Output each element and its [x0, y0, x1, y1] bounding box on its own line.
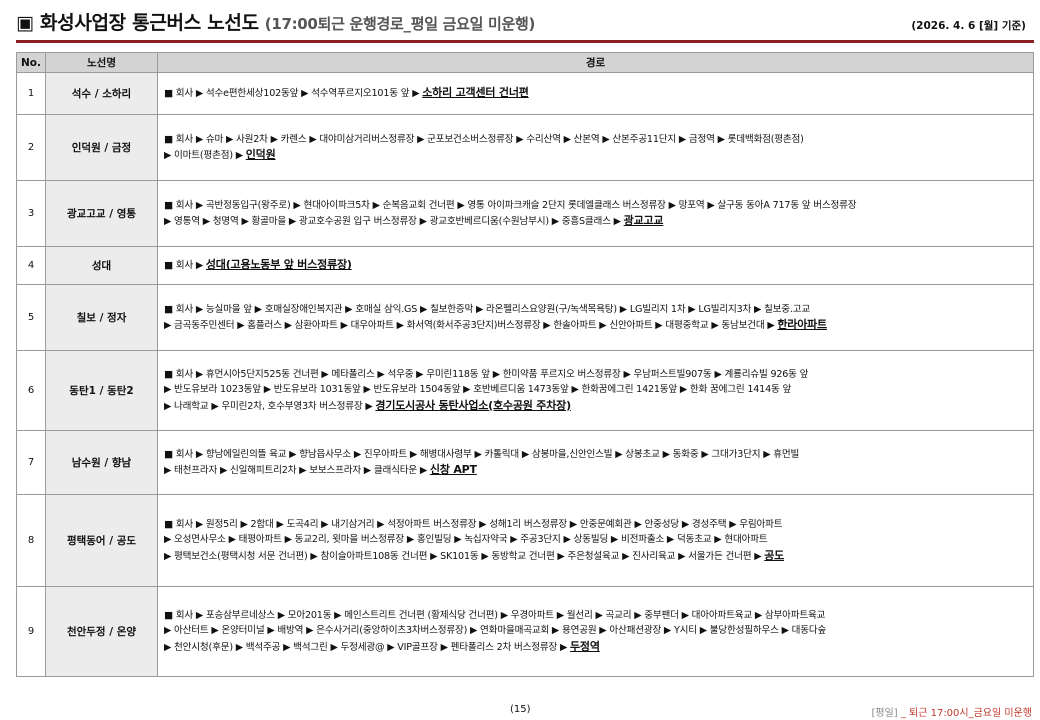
table-row: 6 동탄1 / 동탄2 ■ 회사 ▶ 휴먼시아5단지525동 건너편 ▶ 메타폴리스…	[16, 350, 1034, 431]
route-stops: ▶ 태천프라자 ▶ 신일해피트리2차 ▶ 보보스프라자 ▶ 클래식타운 ▶	[164, 465, 427, 476]
table-row: 8 평택동어 / 공도 ■ 회사 ▶ 원정5리 ▶ 2함대 ▶ 도곡4리 ▶ 내기삼…	[16, 494, 1034, 587]
table-row: 2 인덕원 / 금정 ■ 회사 ▶ 슈마 ▶ 사원2차 ▶ 카렌스 ▶ 대야미삼거리…	[16, 114, 1034, 181]
footer-note: [평일] _ 퇴근 17:00시_금요일 미운행	[871, 704, 1032, 719]
page-header: ▣ 화성사업장 통근버스 노선도 (17:00퇴근 운행경로_평일 금요일 미운행…	[16, 6, 1032, 40]
route-stops: ■ 회사 ▶ 원정5리 ▶ 2함대 ▶ 도곡4리 ▶ 내기삼거리 ▶ 석정아파트…	[164, 518, 783, 530]
route-stops: ▶ 영통역 ▶ 청명역 ▶ 황골마을 ▶ 광교호수공원 입구 버스정류장 ▶ 광…	[164, 216, 621, 227]
route-number: 9	[16, 586, 46, 677]
table-row: 7 남수원 / 향남 ■ 회사 ▶ 향남에일린의뜰 육교 ▶ 향남읍사무소 ▶ 진우…	[16, 430, 1034, 495]
route-destination: 소하리 고객센터 건너편	[422, 86, 529, 100]
route-stops: ▶ 오성면사무소 ▶ 태평아파트 ▶ 동교2리, 윗마을 버스정류장 ▶ 홍인빌…	[164, 534, 768, 546]
route-stops: ▶ 이마트(평촌점) ▶	[164, 150, 243, 161]
route-table: No. 노선명 경로 1 석수 / 소하리 ■ 회사 ▶ 석수e편한세상102동앞 …	[16, 52, 1034, 677]
route-stops: ■ 회사 ▶ 슈마 ▶ 사원2차 ▶ 카렌스 ▶ 대야미삼거리버스정류장 ▶ 군…	[164, 133, 804, 145]
route-destination: 신창 APT	[429, 463, 477, 476]
route-stops: ■ 회사 ▶	[164, 260, 203, 272]
route-name: 석수 / 소하리	[45, 72, 158, 115]
route-stops: ▶ 평택보건소(평택시청 서문 건너편) ▶ 참이슬아파트108동 건너편 ▶ …	[164, 550, 762, 562]
route-line: ▶ 오성면사무소 ▶ 태평아파트 ▶ 동교2리, 윗마을 버스정류장 ▶ 홍인빌…	[164, 532, 1027, 548]
route-line: ▶ 반도유보라 1023동앞 ▶ 반도유보라 1031동앞 ▶ 반도유보라 15…	[164, 382, 1027, 398]
route-name: 남수원 / 향남	[45, 430, 158, 495]
route-line: ▶ 천안시청(후문) ▶ 백석주공 ▶ 백석그린 ▶ 두정세광@ ▶ VIP골프…	[164, 639, 1027, 656]
route-stops: ▶ 나래학교 ▶ 우미린2차, 호수부영3차 버스정류장 ▶	[164, 400, 373, 412]
header-no: No.	[16, 52, 46, 73]
route-number: 6	[16, 350, 46, 431]
route-number: 2	[16, 114, 46, 181]
route-line: ■ 회사 ▶ 향남에일린의뜰 육교 ▶ 향남읍사무소 ▶ 진우아파트 ▶ 해병대…	[164, 447, 1027, 463]
table-header-row: No. 노선명 경로	[16, 52, 1034, 73]
route-line: ■ 회사 ▶ 능실마을 앞 ▶ 호매실장애인복지관 ▶ 호매실 삼익.GS ▶ …	[164, 302, 1027, 318]
table-row: 1 석수 / 소하리 ■ 회사 ▶ 석수e편한세상102동앞 ▶ 석수역푸르지오10…	[16, 72, 1034, 115]
route-path: ■ 회사 ▶ 원정5리 ▶ 2함대 ▶ 도곡4리 ▶ 내기삼거리 ▶ 석정아파트…	[157, 494, 1034, 587]
route-name: 평택동어 / 공도	[45, 494, 158, 587]
route-line: ▶ 평택보건소(평택시청 서문 건너편) ▶ 참이슬아파트108동 건너편 ▶ …	[164, 548, 1027, 565]
route-path: ■ 회사 ▶ 휴먼시아5단지525동 건너편 ▶ 메타폴리스 ▶ 석우중 ▶ 우…	[157, 350, 1034, 431]
route-destination: 성대(고용노동부 앞 버스정류장)	[205, 258, 352, 272]
page-title: ▣ 화성사업장 통근버스 노선도 (17:00퇴근 운행경로_평일 금요일 미운행…	[16, 8, 535, 35]
route-line: ■ 회사 ▶ 성대(고용노동부 앞 버스정류장)	[164, 257, 1027, 274]
route-line: ▶ 금곡동주민센터 ▶ 홈플러스 ▶ 삼환아파트 ▶ 대우아파트 ▶ 화서역(화…	[164, 317, 1027, 334]
route-path: ■ 회사 ▶ 포승삼부르네상스 ▶ 모아201동 ▶ 메인스트리트 건너편 (황…	[157, 586, 1034, 677]
route-line: ■ 회사 ▶ 포승삼부르네상스 ▶ 모아201동 ▶ 메인스트리트 건너편 (황…	[164, 608, 1027, 624]
header-divider	[16, 40, 1034, 43]
route-destination: 한라아파트	[777, 318, 827, 331]
route-stops: ▶ 천안시청(후문) ▶ 백석주공 ▶ 백석그린 ▶ 두정세광@ ▶ VIP골프…	[164, 641, 568, 653]
route-destination: 두정역	[570, 639, 600, 653]
route-name: 성대	[45, 246, 158, 285]
route-stops: ■ 회사 ▶ 휴먼시아5단지525동 건너편 ▶ 메타폴리스 ▶ 석우중 ▶ 우…	[164, 368, 809, 380]
route-destination: 공도	[764, 548, 785, 562]
route-stops: ■ 회사 ▶ 능실마을 앞 ▶ 호매실장애인복지관 ▶ 호매실 삼익.GS ▶ …	[164, 303, 810, 315]
route-name: 광교고교 / 영통	[45, 180, 158, 247]
route-destination: 인덕원	[245, 148, 276, 161]
route-line: ■ 회사 ▶ 슈마 ▶ 사원2차 ▶ 카렌스 ▶ 대야미삼거리버스정류장 ▶ 군…	[164, 132, 1027, 148]
route-number: 4	[16, 246, 46, 285]
route-line: ■ 회사 ▶ 원정5리 ▶ 2함대 ▶ 도곡4리 ▶ 내기삼거리 ▶ 석정아파트…	[164, 517, 1027, 533]
table-row: 4 성대 ■ 회사 ▶ 성대(고용노동부 앞 버스정류장)	[16, 246, 1034, 285]
route-line: ■ 회사 ▶ 휴먼시아5단지525동 건너편 ▶ 메타폴리스 ▶ 석우중 ▶ 우…	[164, 367, 1027, 383]
route-number: 8	[16, 494, 46, 587]
header-route-name: 노선명	[45, 52, 158, 73]
title-text: ▣ 화성사업장 통근버스 노선도	[16, 12, 259, 34]
effective-date: (2026. 4. 6 [월] 기준)	[911, 20, 1026, 32]
route-stops: ▶ 아산터트 ▶ 온양터미널 ▶ 배방역 ▶ 은수사거리(중앙하이츠3차버스정류…	[164, 625, 827, 637]
route-stops: ■ 회사 ▶ 포승삼부르네상스 ▶ 모아201동 ▶ 메인스트리트 건너편 (황…	[164, 609, 826, 621]
route-name: 칠보 / 정자	[45, 284, 158, 351]
route-line: ■ 회사 ▶ 석수e편한세상102동앞 ▶ 석수역푸르지오101동 앞 ▶ 소하…	[164, 85, 1027, 102]
page-subtitle: (17:00퇴근 운행경로_평일 금요일 미운행)	[264, 15, 536, 33]
table-row: 9 천안두정 / 온양 ■ 회사 ▶ 포승삼부르네상스 ▶ 모아201동 ▶ 메인스…	[16, 586, 1034, 677]
route-path: ■ 회사 ▶ 성대(고용노동부 앞 버스정류장)	[157, 246, 1034, 285]
route-number: 5	[16, 284, 46, 351]
route-line: ■ 회사 ▶ 곡반정동입구(왕주로) ▶ 현대아이파크5차 ▶ 순복음교회 건너…	[164, 198, 1027, 214]
table-row: 3 광교고교 / 영통 ■ 회사 ▶ 곡반정동입구(왕주로) ▶ 현대아이파크5차 …	[16, 180, 1034, 247]
route-destination: 광교고교	[623, 214, 664, 227]
route-path: ■ 회사 ▶ 향남에일린의뜰 육교 ▶ 향남읍사무소 ▶ 진우아파트 ▶ 해병대…	[157, 430, 1034, 495]
table-row: 5 칠보 / 정자 ■ 회사 ▶ 능실마을 앞 ▶ 호매실장애인복지관 ▶ 호매실 …	[16, 284, 1034, 351]
route-path: ■ 회사 ▶ 곡반정동입구(왕주로) ▶ 현대아이파크5차 ▶ 순복음교회 건너…	[157, 180, 1034, 247]
page-number: (15)	[510, 704, 531, 715]
route-path: ■ 회사 ▶ 능실마을 앞 ▶ 호매실장애인복지관 ▶ 호매실 삼익.GS ▶ …	[157, 284, 1034, 351]
route-name: 인덕원 / 금정	[45, 114, 158, 181]
route-line: ▶ 나래학교 ▶ 우미린2차, 호수부영3차 버스정류장 ▶ 경기도시공사 동탄…	[164, 398, 1027, 415]
route-destination: 경기도시공사 동탄사업소(호수공원 주차장)	[375, 398, 571, 412]
route-stops: ■ 회사 ▶ 석수e편한세상102동앞 ▶ 석수역푸르지오101동 앞 ▶	[164, 88, 420, 100]
route-path: ■ 회사 ▶ 슈마 ▶ 사원2차 ▶ 카렌스 ▶ 대야미삼거리버스정류장 ▶ 군…	[157, 114, 1034, 181]
route-number: 7	[16, 430, 46, 495]
route-line: ▶ 영통역 ▶ 청명역 ▶ 황골마을 ▶ 광교호수공원 입구 버스정류장 ▶ 광…	[164, 213, 1027, 230]
route-number: 3	[16, 180, 46, 247]
route-line: ▶ 아산터트 ▶ 온양터미널 ▶ 배방역 ▶ 은수사거리(중앙하이츠3차버스정류…	[164, 623, 1027, 639]
route-name: 동탄1 / 동탄2	[45, 350, 158, 431]
route-line: ▶ 태천프라자 ▶ 신일해피트리2차 ▶ 보보스프라자 ▶ 클래식타운 ▶ 신창…	[164, 462, 1027, 479]
route-stops: ■ 회사 ▶ 곡반정동입구(왕주로) ▶ 현대아이파크5차 ▶ 순복음교회 건너…	[164, 199, 857, 211]
route-path: ■ 회사 ▶ 석수e편한세상102동앞 ▶ 석수역푸르지오101동 앞 ▶ 소하…	[157, 72, 1034, 115]
route-number: 1	[16, 72, 46, 115]
route-table-body: 1 석수 / 소하리 ■ 회사 ▶ 석수e편한세상102동앞 ▶ 석수역푸르지오10…	[16, 72, 1034, 677]
footer-note-tag: [평일]	[871, 708, 898, 719]
route-name: 천안두정 / 온양	[45, 586, 158, 677]
route-stops: ▶ 금곡동주민센터 ▶ 홈플러스 ▶ 삼환아파트 ▶ 대우아파트 ▶ 화서역(화…	[164, 320, 775, 331]
header-route-path: 경로	[157, 52, 1034, 73]
route-stops: ▶ 반도유보라 1023동앞 ▶ 반도유보라 1031동앞 ▶ 반도유보라 15…	[164, 384, 792, 396]
route-stops: ■ 회사 ▶ 향남에일린의뜰 육교 ▶ 향남읍사무소 ▶ 진우아파트 ▶ 해병대…	[164, 448, 800, 460]
footer-note-text: _ 퇴근 17:00시_금요일 미운행	[897, 708, 1032, 719]
route-line: ▶ 이마트(평촌점) ▶ 인덕원	[164, 147, 1027, 164]
